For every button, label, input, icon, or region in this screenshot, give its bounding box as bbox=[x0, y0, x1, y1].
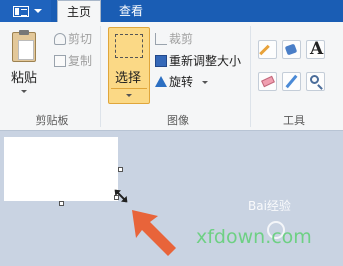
select-label: 选择 bbox=[115, 71, 142, 86]
magnifier-tool[interactable] bbox=[306, 72, 325, 91]
resize-handle-bottom[interactable] bbox=[59, 201, 64, 206]
app-menu-icon bbox=[13, 6, 29, 17]
ribbon-tab-strip: 主页 查看 bbox=[0, 0, 343, 23]
resize-handle-right[interactable] bbox=[118, 167, 123, 172]
chevron-down-icon bbox=[34, 9, 42, 13]
fill-icon bbox=[284, 43, 298, 56]
drawing-canvas[interactable] bbox=[4, 137, 118, 201]
app-menu-button[interactable] bbox=[0, 0, 51, 22]
chevron-down-icon bbox=[126, 94, 132, 97]
select-button[interactable]: 选择 bbox=[108, 27, 150, 104]
selection-icon bbox=[115, 34, 143, 58]
copy-label: 复制 bbox=[68, 54, 93, 68]
color-picker-icon bbox=[285, 74, 298, 89]
color-picker-tool[interactable] bbox=[282, 72, 301, 91]
text-icon: A bbox=[310, 39, 324, 59]
ribbon: 粘贴 剪切 复制 剪贴板 选择 裁剪 重新调整大小 旋转 图像 A 工具 bbox=[0, 22, 343, 131]
chevron-down-icon bbox=[21, 90, 27, 93]
copy-icon bbox=[54, 55, 66, 67]
crop-icon bbox=[155, 33, 167, 45]
chevron-down-icon bbox=[202, 81, 208, 84]
image-group-label: 图像 bbox=[167, 114, 189, 127]
tools-group-label: 工具 bbox=[283, 114, 305, 127]
group-divider bbox=[250, 26, 251, 127]
eraser-tool[interactable] bbox=[258, 72, 277, 91]
annotation-arrow-icon bbox=[132, 210, 176, 256]
site-watermark: xfdown.com bbox=[196, 226, 312, 248]
pencil-icon bbox=[259, 44, 270, 56]
magnifier-icon bbox=[310, 75, 319, 84]
baidu-watermark: Bai经验 bbox=[248, 199, 291, 213]
text-tool[interactable]: A bbox=[306, 39, 325, 59]
pencil-tool[interactable] bbox=[258, 40, 277, 59]
clipboard-group-label: 剪贴板 bbox=[35, 114, 69, 127]
cut-label: 剪切 bbox=[68, 32, 93, 46]
paste-label: 粘贴 bbox=[11, 71, 38, 86]
group-divider bbox=[100, 26, 101, 127]
rotate-icon bbox=[155, 76, 167, 87]
rotate-label: 旋转 bbox=[169, 75, 194, 89]
scissors-icon bbox=[54, 33, 66, 45]
resize-icon bbox=[155, 55, 167, 67]
crop-label: 裁剪 bbox=[169, 32, 194, 46]
eraser-icon bbox=[261, 75, 275, 88]
tab-home[interactable]: 主页 bbox=[57, 0, 101, 23]
divider bbox=[111, 88, 147, 89]
resize-label: 重新调整大小 bbox=[169, 54, 242, 68]
fill-tool[interactable] bbox=[282, 40, 301, 59]
tab-view[interactable]: 查看 bbox=[107, 0, 155, 22]
clipboard-icon bbox=[12, 30, 36, 62]
